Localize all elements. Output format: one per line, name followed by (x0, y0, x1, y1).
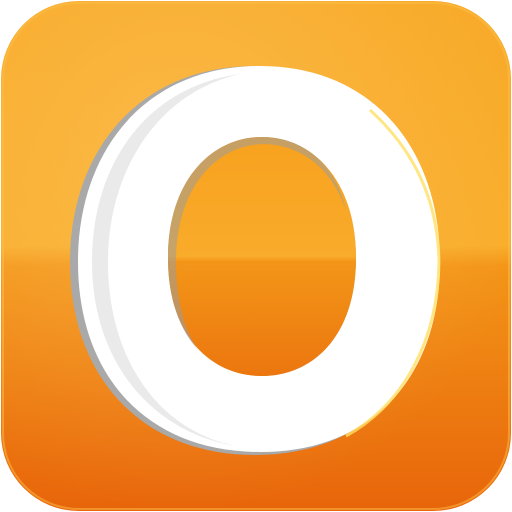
app-icon[interactable]: O (0, 0, 512, 512)
screen: O (0, 0, 512, 512)
letter-o-logo-icon (1, 1, 511, 511)
